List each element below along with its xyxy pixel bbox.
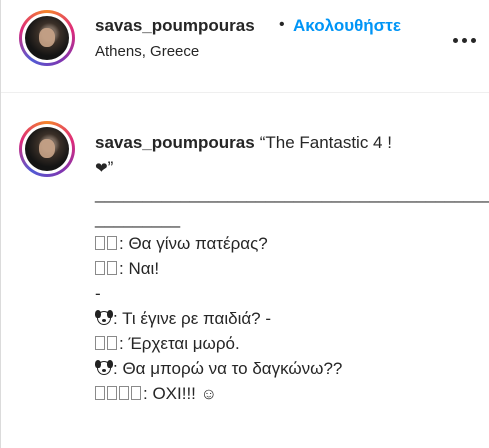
follow-button[interactable]: Ακολουθήστε <box>293 16 401 36</box>
dialogue-line: - <box>95 284 101 303</box>
dialogue-line: : Θα γίνω πατέρας? <box>95 231 475 256</box>
missing-glyph-icon <box>107 261 117 275</box>
caption-rule-1: ________________________________________… <box>95 184 489 203</box>
post-caption: savas_poumpouras “The Fantastic 4 ! ❤” __… <box>95 130 489 407</box>
author-avatar[interactable] <box>19 10 75 66</box>
missing-glyph-icon <box>119 386 129 400</box>
smiling-face-icon: ☺ <box>200 386 217 403</box>
dog-face-icon <box>95 310 113 326</box>
dialogue-line: : Τι έγινε ρε παιδιά? - <box>95 306 475 331</box>
caption-rule-2: _________ <box>95 209 181 228</box>
dialogue-line: : Έρχεται μωρό. <box>95 331 475 356</box>
heart-icon: ❤ <box>95 160 108 177</box>
quote-close: ” <box>107 158 114 177</box>
missing-glyph-icon <box>107 236 117 250</box>
missing-glyph-icon <box>95 336 105 350</box>
dialogue-line: : Θα μπορώ να το δαγκώνω?? <box>95 356 475 381</box>
dialogue-line: : ΟΧΙ!!! ☺ <box>95 381 475 407</box>
missing-glyph-icon <box>95 261 105 275</box>
missing-glyph-icon <box>131 386 141 400</box>
missing-glyph-icon <box>107 386 117 400</box>
missing-glyph-icon <box>95 236 105 250</box>
post-header: savas_poumpouras • Ακολουθήστε Athens, G… <box>1 0 489 93</box>
missing-glyph-icon <box>107 336 117 350</box>
caption-username[interactable]: savas_poumpouras <box>95 133 255 152</box>
missing-glyph-icon <box>95 386 105 400</box>
caption-avatar[interactable] <box>19 121 75 177</box>
dog-face-icon <box>95 360 113 376</box>
author-username[interactable]: savas_poumpouras <box>95 16 255 36</box>
dialogue-line: : Ναι! <box>95 256 475 281</box>
more-options-icon[interactable] <box>451 30 479 50</box>
caption-title: “The Fantastic 4 ! <box>259 133 392 152</box>
author-photo <box>25 16 69 60</box>
separator-dot: • <box>279 16 285 33</box>
post-location[interactable]: Athens, Greece <box>95 43 199 60</box>
caption-author-photo <box>25 127 69 171</box>
post-panel: savas_poumpouras • Ακολουθήστε Athens, G… <box>0 0 489 448</box>
